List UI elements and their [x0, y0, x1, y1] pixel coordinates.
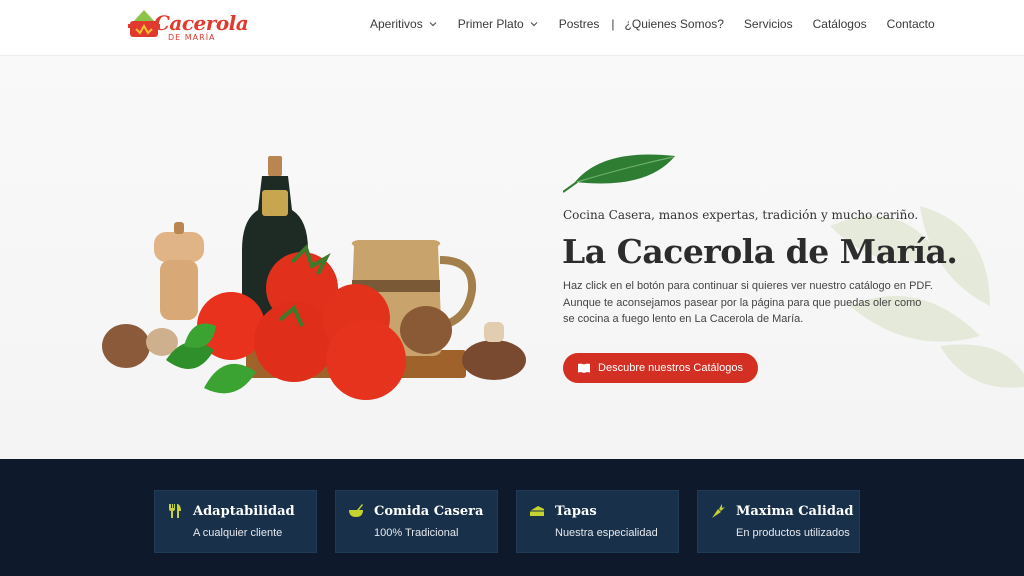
- carrot-icon: [712, 504, 725, 518]
- feature-title: Tapas: [555, 504, 597, 519]
- logo-text: Cacerola: [154, 11, 249, 35]
- chevron-down-icon: [530, 22, 538, 27]
- main-nav: Aperitivos Primer Plato Postres | ¿Quien…: [370, 0, 955, 48]
- hero-title: La Cacerola de María.: [562, 232, 958, 271]
- nav-label: Catálogos: [812, 17, 867, 31]
- site-header: Cacerola DE MARÍA Aperitivos Primer Plat…: [0, 0, 1024, 56]
- nav-item-catalogos[interactable]: Catálogos: [813, 17, 867, 31]
- feature-card-comida-casera: Comida Casera 100% Tradicional: [335, 490, 498, 553]
- nav-label: ¿Quienes Somos?: [624, 17, 724, 31]
- feature-card-adaptabilidad: Adaptabilidad A cualquier cliente: [154, 490, 317, 553]
- nav-item-primer-plato[interactable]: Primer Plato: [458, 17, 539, 31]
- nav-label: Servicios: [743, 17, 793, 31]
- cta-label: Descubre nuestros Catálogos: [598, 362, 743, 374]
- feature-subtitle: En productos utilizados: [736, 527, 850, 539]
- leaf-icon: [563, 154, 675, 193]
- feature-title: Comida Casera: [374, 504, 484, 519]
- catalog-cta-button[interactable]: Descubre nuestros Catálogos: [563, 353, 758, 383]
- feature-subtitle: A cualquier cliente: [193, 527, 283, 539]
- hero-section: Cocina Casera, manos expertas, tradición…: [0, 56, 1024, 459]
- feature-subtitle: 100% Tradicional: [374, 527, 459, 539]
- feature-title: Adaptabilidad: [193, 504, 295, 519]
- nav-label: Contacto: [886, 17, 935, 31]
- feature-title: Maxima Calidad: [736, 504, 854, 519]
- nav-label: Primer Plato: [457, 17, 524, 31]
- features-section: Adaptabilidad A cualquier cliente Comida…: [0, 459, 1024, 576]
- nav-item-postres[interactable]: Postres: [559, 17, 600, 31]
- chevron-down-icon: [429, 22, 437, 27]
- hero-description: Haz click en el botón para continuar si …: [563, 280, 933, 325]
- nav-item-aperitivos[interactable]: Aperitivos: [370, 17, 438, 31]
- nav-label: Postres: [558, 17, 600, 31]
- feature-card-tapas: Tapas Nuestra especialidad: [516, 490, 679, 553]
- site-logo[interactable]: Cacerola DE MARÍA: [128, 7, 249, 45]
- vegetables-illustration: [102, 156, 526, 400]
- mortar-icon: [349, 504, 363, 517]
- book-icon: [578, 363, 591, 373]
- nav-item-servicios[interactable]: Servicios: [744, 17, 793, 31]
- logo-subtext: DE MARÍA: [168, 33, 216, 42]
- nav-separator: |: [611, 17, 615, 31]
- nav-label: Aperitivos: [370, 17, 423, 31]
- hero-tagline: Cocina Casera, manos expertas, tradición…: [563, 208, 919, 222]
- feature-card-maxima-calidad: Maxima Calidad En productos utilizados: [697, 490, 860, 553]
- cheese-icon: [530, 506, 544, 516]
- utensils-icon: [169, 504, 181, 518]
- feature-subtitle: Nuestra especialidad: [555, 527, 658, 539]
- nav-item-contacto[interactable]: Contacto: [887, 17, 935, 31]
- nav-item-quienes-somos[interactable]: ¿Quienes Somos?: [625, 17, 724, 31]
